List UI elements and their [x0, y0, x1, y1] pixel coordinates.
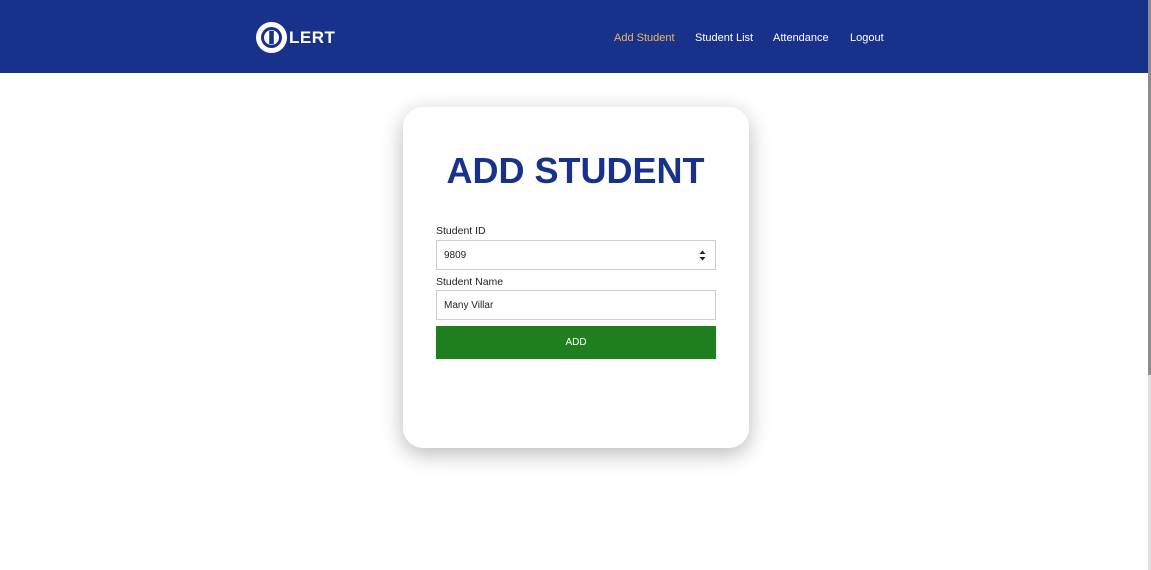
top-navbar: LERT Add Student Student List Attendance… — [0, 0, 1148, 73]
nav-add-student[interactable]: Add Student — [614, 31, 675, 45]
nav-attendance[interactable]: Attendance — [773, 31, 829, 45]
student-name-input[interactable]: Many Villar — [436, 290, 716, 320]
student-name-value: Many Villar — [444, 299, 494, 311]
add-student-button[interactable]: ADD — [436, 326, 716, 359]
nav-student-list[interactable]: Student List — [695, 31, 753, 45]
main-nav: Add Student Student List Attendance Logo… — [0, 31, 1148, 45]
page-title: ADD STUDENT — [446, 150, 705, 191]
student-id-input[interactable]: 9809 — [436, 240, 716, 270]
student-name-label: Student Name — [436, 276, 504, 288]
number-spinner-icon[interactable] — [699, 249, 706, 262]
student-id-label: Student ID — [436, 225, 486, 237]
nav-logout[interactable]: Logout — [850, 31, 884, 45]
student-id-value: 9809 — [444, 249, 467, 261]
